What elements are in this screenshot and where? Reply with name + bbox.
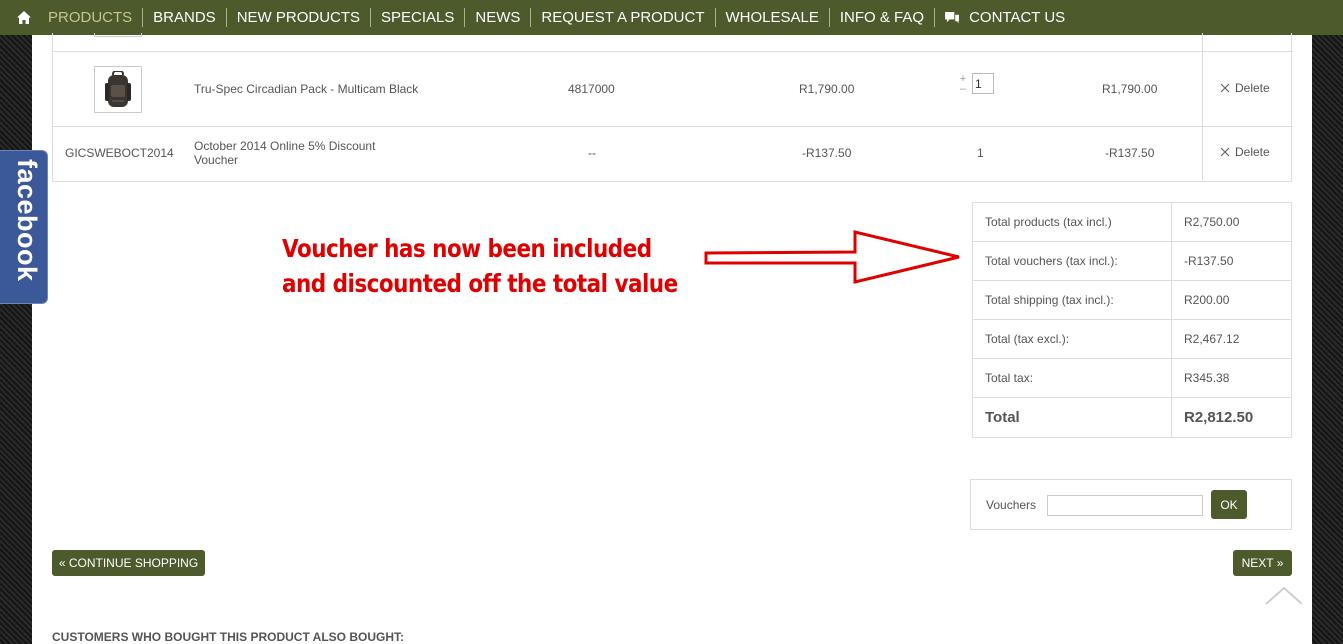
nav-new-products[interactable]: NEW PRODUCTS	[225, 8, 370, 27]
home-icon[interactable]	[0, 11, 40, 24]
product-code: 4817000	[568, 82, 615, 96]
totals-row: Total vouchers (tax incl.): -R137.50	[972, 241, 1292, 281]
delete-voucher-button[interactable]: Delete	[1220, 145, 1270, 159]
total-vouchers-label: Total vouchers (tax incl.):	[972, 241, 1172, 281]
voucher-form: Vouchers OK	[970, 479, 1292, 530]
total-products-label: Total products (tax incl.)	[972, 202, 1172, 242]
total-tax-value: R345.38	[1171, 358, 1292, 398]
total-shipping-label: Total shipping (tax incl.):	[972, 280, 1172, 320]
totals-row: Total products (tax incl.) R2,750.00	[972, 202, 1292, 242]
total-tax-label: Total tax:	[972, 358, 1172, 398]
voucher-reference: GICSWEBOCT2014	[65, 146, 174, 160]
delete-label: Delete	[1235, 81, 1270, 95]
total-shipping-value: R200.00	[1171, 280, 1292, 320]
close-icon	[1220, 147, 1230, 157]
voucher-label: Vouchers	[986, 498, 1037, 512]
next-button[interactable]: NEXT »	[1233, 550, 1292, 576]
nav-brands[interactable]: BRANDS	[142, 8, 226, 27]
delete-label: Delete	[1235, 145, 1270, 159]
facebook-tab[interactable]: facebook	[0, 150, 48, 304]
quantity-input[interactable]	[972, 73, 994, 94]
totals-row: Total shipping (tax incl.): R200.00	[972, 280, 1292, 320]
voucher-row-total: -R137.50	[1105, 146, 1155, 160]
voucher-name-line2: Voucher	[194, 153, 239, 167]
cart-totals: Total products (tax incl.) R2,750.00 Tot…	[972, 202, 1292, 438]
totals-row: Total tax: R345.38	[972, 358, 1292, 398]
annotation-arrow-icon	[704, 230, 960, 284]
qty-minus-button[interactable]: –	[958, 83, 968, 94]
voucher-code: --	[588, 146, 596, 160]
nav-contact-label: CONTACT US	[969, 9, 1066, 26]
nav-contact-us[interactable]: CONTACT US	[934, 8, 1075, 27]
nav-request-a-product[interactable]: REQUEST A PRODUCT	[530, 8, 714, 27]
unit-price: R1,790.00	[799, 82, 855, 96]
nav-news[interactable]: NEWS	[464, 8, 530, 27]
voucher-qty: 1	[977, 146, 984, 160]
nav-info-faq[interactable]: INFO & FAQ	[828, 8, 934, 27]
grand-total-value: R2,812.50	[1171, 397, 1292, 438]
total-vouchers-value: -R137.50	[1171, 241, 1292, 281]
annotation-line2: and discounted off the total value	[282, 269, 678, 298]
facebook-label: facebook	[12, 159, 42, 282]
grand-total-row: Total R2,812.50	[972, 397, 1292, 438]
voucher-unit-price: -R137.50	[802, 146, 852, 160]
total-tax-excl-value: R2,467.12	[1171, 319, 1292, 359]
previous-product-thumbnail	[94, 33, 142, 37]
annotation-line1: Voucher has now been included	[282, 234, 652, 263]
product-name[interactable]: Tru-Spec Circadian Pack - Multicam Black	[194, 82, 418, 96]
nav-wholesale[interactable]: WHOLESALE	[714, 8, 829, 27]
total-products-value: R2,750.00	[1171, 202, 1292, 242]
backpack-thumbnail[interactable]	[94, 66, 142, 113]
delete-button[interactable]: Delete	[1220, 81, 1270, 95]
scroll-to-top-icon[interactable]	[1262, 582, 1302, 606]
chat-icon	[945, 11, 959, 24]
cart-table: Tru-Spec Circadian Pack - Multicam Black…	[52, 33, 1293, 182]
close-icon	[1220, 83, 1230, 93]
total-tax-excl-label: Total (tax excl.):	[972, 319, 1172, 359]
nav-specials[interactable]: SPECIALS	[370, 8, 464, 27]
qty-plus-button[interactable]: +	[958, 73, 968, 84]
continue-shopping-button[interactable]: « CONTINUE SHOPPING	[52, 550, 205, 576]
top-navigation: PRODUCTS BRANDS NEW PRODUCTS SPECIALS NE…	[0, 0, 1343, 35]
grand-total-label: Total	[972, 397, 1172, 438]
backpack-icon	[105, 70, 131, 107]
also-bought-heading: CUSTOMERS WHO BOUGHT THIS PRODUCT ALSO B…	[52, 630, 404, 644]
row-total: R1,790.00	[1102, 82, 1158, 96]
quantity-stepper: + –	[958, 73, 994, 94]
voucher-input[interactable]	[1047, 495, 1203, 516]
nav-products[interactable]: PRODUCTS	[40, 8, 142, 27]
voucher-name-line1: October 2014 Online 5% Discount	[194, 139, 376, 153]
voucher-ok-button[interactable]: OK	[1211, 490, 1247, 519]
page-content: Tru-Spec Circadian Pack - Multicam Black…	[32, 33, 1312, 644]
totals-row: Total (tax excl.): R2,467.12	[972, 319, 1292, 359]
annotation-text: Voucher has now been included and discou…	[282, 231, 678, 301]
